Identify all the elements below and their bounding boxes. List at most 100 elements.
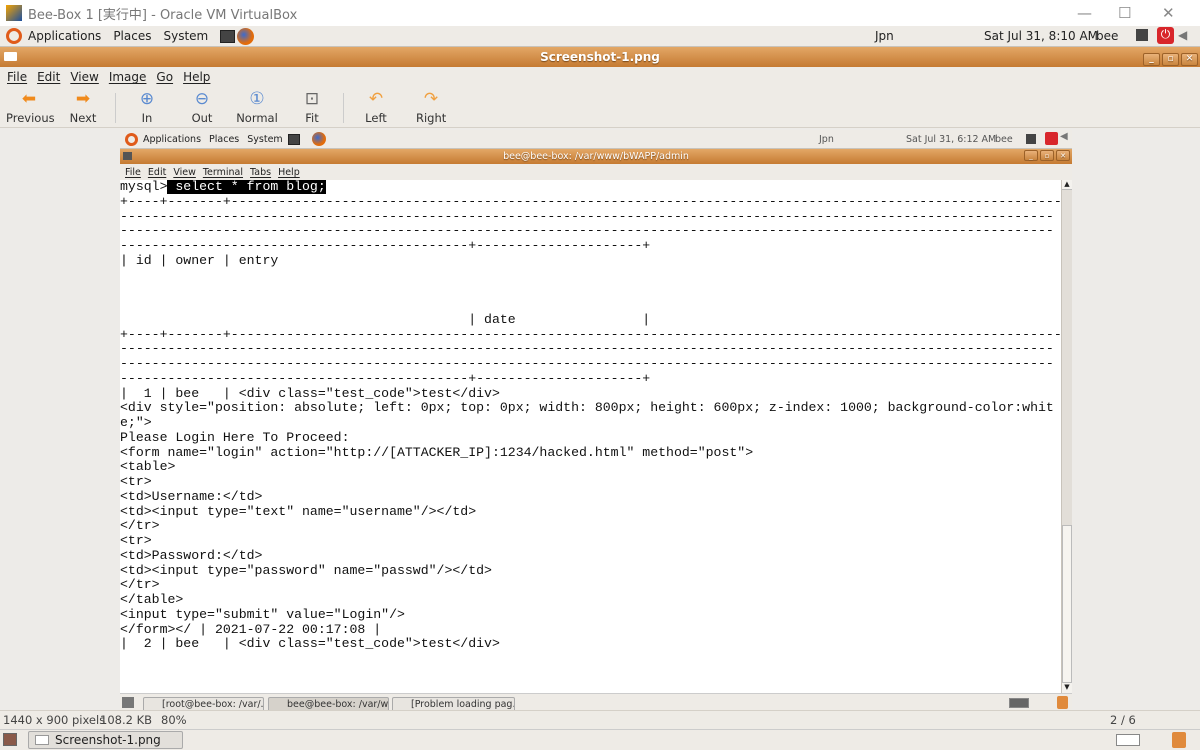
top-panel: Applications Places System Jpn Sat Jul 3… (0, 26, 1200, 47)
terminal-window-controls: _ ▫ ✕ (1022, 150, 1070, 161)
power-icon[interactable]: ⏻ (1157, 27, 1174, 44)
workspace-switcher (1009, 698, 1029, 708)
terminal-line: ----------------------------------------… (120, 223, 1054, 239)
task-screenshot-viewer[interactable]: Screenshot-1.png (28, 731, 183, 749)
terminal-scrollbar: ▲ ▼ (1061, 180, 1072, 693)
viewer-statusbar: 1440 x 900 pixels 108.2 KB 80% 2 / 6 (0, 710, 1200, 729)
system-menu[interactable]: System (163, 29, 208, 43)
scroll-down-icon: ▼ (1062, 683, 1072, 693)
minimize-button[interactable]: — (1077, 4, 1092, 22)
menu-edit[interactable]: Edit (37, 70, 60, 84)
normal-size-button[interactable]: ① Normal (236, 89, 278, 126)
minimize-button: _ (1024, 150, 1038, 161)
firefox-icon (311, 132, 326, 146)
terminal-titlebar: bee@bee-box: /var/www/bWAPP/admin _ ▫ ✕ (120, 149, 1072, 164)
firefox-launcher-icon[interactable] (237, 27, 255, 45)
zoom-out-button[interactable]: ⊖ Out (189, 89, 215, 126)
rotate-right-button[interactable]: ↷ Right (416, 91, 446, 126)
show-desktop-icon (122, 697, 134, 708)
terminal-menu-tabs: Tabs (250, 166, 272, 178)
menu-go[interactable]: Go (156, 70, 173, 84)
workspace-switcher[interactable] (1116, 734, 1140, 746)
zoom-out-icon: ⊖ (194, 89, 210, 109)
image-dimensions: 1440 x 900 pixels (3, 713, 106, 727)
rotate-left-button[interactable]: ↶ Left (362, 89, 390, 126)
terminal-line: e;"> (120, 415, 152, 430)
window-menu-icon[interactable] (4, 52, 17, 61)
applications-menu[interactable]: Applications (28, 29, 101, 43)
normal-label: Normal (236, 111, 278, 125)
trash-icon[interactable] (1172, 732, 1186, 748)
inner-system-menu: System (247, 133, 283, 145)
menu-image[interactable]: Image (109, 70, 147, 84)
menu-help[interactable]: Help (183, 70, 210, 84)
inner-top-panel: Applications Places System Jpn Sat Jul 3… (120, 130, 1072, 149)
terminal-line: <td><input type="text" name="username"/>… (120, 503, 477, 519)
zoom-out-label: Out (191, 111, 213, 125)
clock[interactable]: Sat Jul 31, 8:10 AM (984, 29, 1098, 43)
window-title: Bee-Box 1 [実行中] - Oracle VM VirtualBox (28, 7, 298, 23)
inner-applications-menu: Applications (143, 133, 202, 145)
terminal-line: </form></ | 2021-07-22 00:17:08 | (120, 621, 382, 637)
previous-button[interactable]: ⬅ Previous (6, 89, 55, 126)
user-menu[interactable]: bee (1096, 29, 1118, 43)
zoom-fit-icon: ⊡ (304, 89, 320, 109)
arrow-left-icon: ⬅ (21, 89, 37, 109)
terminal-line: <tr> (120, 474, 152, 489)
network-icon (1026, 134, 1036, 144)
terminal-line: ----------------------------------------… (120, 370, 651, 386)
terminal-icon (287, 133, 300, 145)
places-menu[interactable]: Places (113, 29, 151, 43)
volume-icon[interactable]: ◀ (1178, 28, 1187, 42)
virtualbox-icon (6, 5, 22, 21)
network-icon[interactable] (1136, 29, 1148, 41)
zoom-normal-icon: ① (249, 89, 265, 109)
terminal-line: +----+-------+--------------------------… (120, 193, 1061, 209)
inner-taskbar: [root@bee-box: /var/... bee@bee-box: /va… (120, 693, 1072, 712)
menu-file[interactable]: File (7, 70, 27, 84)
terminal-line: <table> (120, 459, 176, 475)
terminal-line: <td>Password:</td> (120, 547, 263, 563)
terminal-title: bee@bee-box: /var/www/bWAPP/admin (503, 151, 689, 162)
viewer-window-controls: _ ▫ ✕ (1141, 47, 1198, 67)
next-button[interactable]: ➡ Next (66, 91, 100, 126)
terminal-line: | 2 | bee | <div class="test_code">test<… (120, 636, 500, 652)
bottom-taskbar: Screenshot-1.png (0, 729, 1200, 750)
volume-icon: ◀ (1060, 131, 1068, 142)
minimize-button[interactable]: _ (1143, 53, 1160, 66)
viewer-menubar: File Edit View Image Go Help (0, 67, 1200, 87)
terminal-line: | 1 | bee | <div class="test_code">test<… (120, 385, 500, 401)
maximize-button[interactable]: ☐ (1118, 4, 1131, 22)
fit-button[interactable]: ⊡ Fit (300, 89, 324, 126)
terminal-menu-file: File (125, 166, 141, 178)
close-button[interactable]: ✕ (1181, 53, 1198, 66)
maximize-button[interactable]: ▫ (1162, 53, 1179, 66)
scrollbar-thumb (1062, 525, 1072, 683)
zoom-in-button[interactable]: ⊕ In (135, 91, 159, 126)
terminal-line: </table> (120, 592, 184, 607)
left-label: Left (365, 111, 387, 125)
image-position: 2 / 6 (1110, 713, 1136, 727)
show-desktop-icon[interactable] (3, 733, 17, 746)
image-file-icon (35, 735, 49, 745)
terminal-menu-help: Help (278, 166, 300, 178)
terminal-line: Please Login Here To Proceed: (120, 429, 350, 445)
terminal-line: ----------------------------------------… (120, 238, 651, 253)
ubuntu-icon[interactable] (6, 28, 22, 44)
trash-icon (1057, 696, 1068, 709)
terminal-line: ----------------------------------------… (120, 208, 1054, 224)
rotate-left-icon: ↶ (368, 89, 384, 109)
terminal-menu-view: View (173, 166, 196, 178)
terminal-line: <div style="position: absolute; left: 0p… (120, 400, 1054, 416)
image-size: 108.2 KB (100, 713, 153, 727)
close-button[interactable]: ✕ (1162, 4, 1175, 22)
terminal-line: ----------------------------------------… (120, 341, 1054, 357)
keyboard-layout[interactable]: Jpn (875, 29, 894, 43)
viewer-title: Screenshot-1.png (540, 50, 660, 64)
zoom-level: 80% (161, 713, 187, 727)
viewer-titlebar: Screenshot-1.png _ ▫ ✕ (0, 47, 1200, 67)
menu-view[interactable]: View (70, 70, 98, 84)
task-label: Screenshot-1.png (55, 733, 161, 747)
terminal-line: <td><input type="password" name="passwd"… (120, 562, 492, 578)
terminal-launcher-icon[interactable] (220, 29, 236, 43)
